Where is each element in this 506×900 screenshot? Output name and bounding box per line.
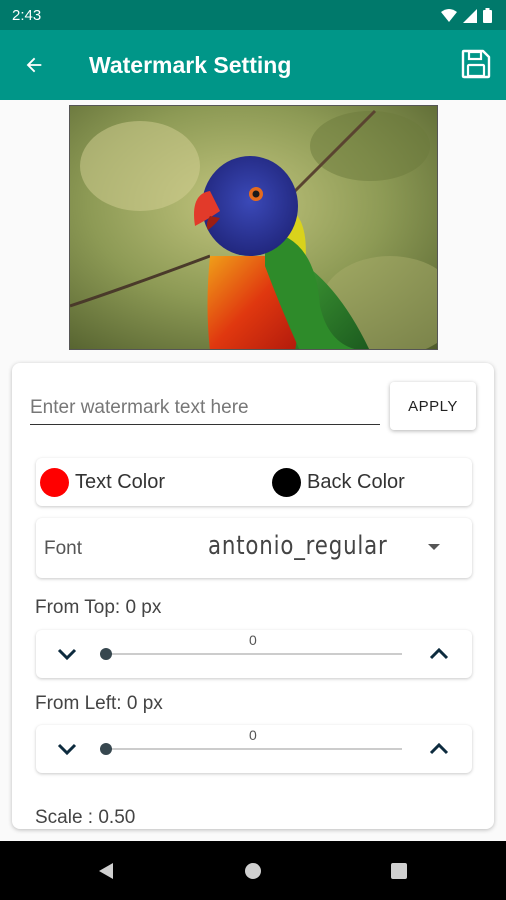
text-color-label: Text Color (75, 471, 166, 493)
chevron-up-icon (429, 742, 449, 755)
from-left-slider-row: 0 (36, 725, 472, 773)
watermark-text-input[interactable] (30, 391, 380, 425)
text-color-swatch[interactable] (40, 468, 69, 497)
home-circle-icon (245, 863, 261, 879)
back-triangle-icon (99, 863, 113, 879)
from-left-label: From Left: 0 px (35, 693, 163, 714)
parrot-photo (70, 106, 437, 349)
from-top-value: 0 (249, 632, 257, 648)
app-bar: Watermark Setting (0, 30, 506, 100)
from-top-slider-row: 0 (36, 630, 472, 678)
scale-label: Scale : 0.50 (35, 807, 136, 828)
nav-home-button[interactable] (243, 861, 263, 881)
from-left-thumb[interactable] (100, 743, 112, 755)
from-left-value: 0 (249, 727, 257, 743)
page-title: Watermark Setting (89, 52, 292, 78)
from-left-track[interactable] (106, 748, 402, 750)
from-left-decrease-button[interactable] (54, 736, 80, 762)
from-left-increase-button[interactable] (426, 736, 452, 762)
font-dropdown-value[interactable]: antonio_regular (208, 531, 388, 561)
text-color-option[interactable]: Text Color (40, 468, 165, 497)
status-time: 2:43 (12, 7, 42, 24)
nav-back-button[interactable] (96, 861, 116, 881)
save-icon (461, 49, 491, 79)
save-button[interactable] (456, 44, 496, 84)
dropdown-arrow-icon[interactable] (428, 544, 440, 550)
chevron-down-icon (57, 648, 77, 661)
back-color-swatch[interactable] (272, 468, 301, 497)
from-top-increase-button[interactable] (426, 641, 452, 667)
chevron-up-icon (429, 647, 449, 660)
status-icons (441, 8, 492, 23)
from-top-thumb[interactable] (100, 648, 112, 660)
from-top-track[interactable] (106, 653, 402, 655)
from-top-label: From Top: 0 px (35, 597, 162, 618)
apply-button[interactable]: APPLY (390, 382, 476, 430)
font-label: Font (44, 538, 83, 559)
settings-card: APPLY Text Color Back Color Font antonio… (12, 363, 494, 829)
color-picker-row: Text Color Back Color (36, 458, 472, 506)
chevron-down-icon (57, 743, 77, 756)
font-selector-row[interactable]: Font antonio_regular (36, 518, 472, 578)
wifi-icon (441, 8, 457, 22)
watermark-preview-image (69, 105, 438, 350)
back-color-label: Back Color (307, 471, 405, 493)
status-bar: 2:43 (0, 0, 506, 30)
from-top-decrease-button[interactable] (54, 641, 80, 667)
back-color-option[interactable]: Back Color (272, 468, 405, 497)
nav-recents-button[interactable] (389, 861, 409, 881)
battery-icon (483, 8, 492, 23)
recents-square-icon (391, 863, 407, 879)
system-nav-bar (0, 841, 506, 900)
arrow-back-icon (26, 57, 42, 73)
signal-icon (463, 8, 477, 23)
back-button[interactable] (14, 45, 54, 85)
